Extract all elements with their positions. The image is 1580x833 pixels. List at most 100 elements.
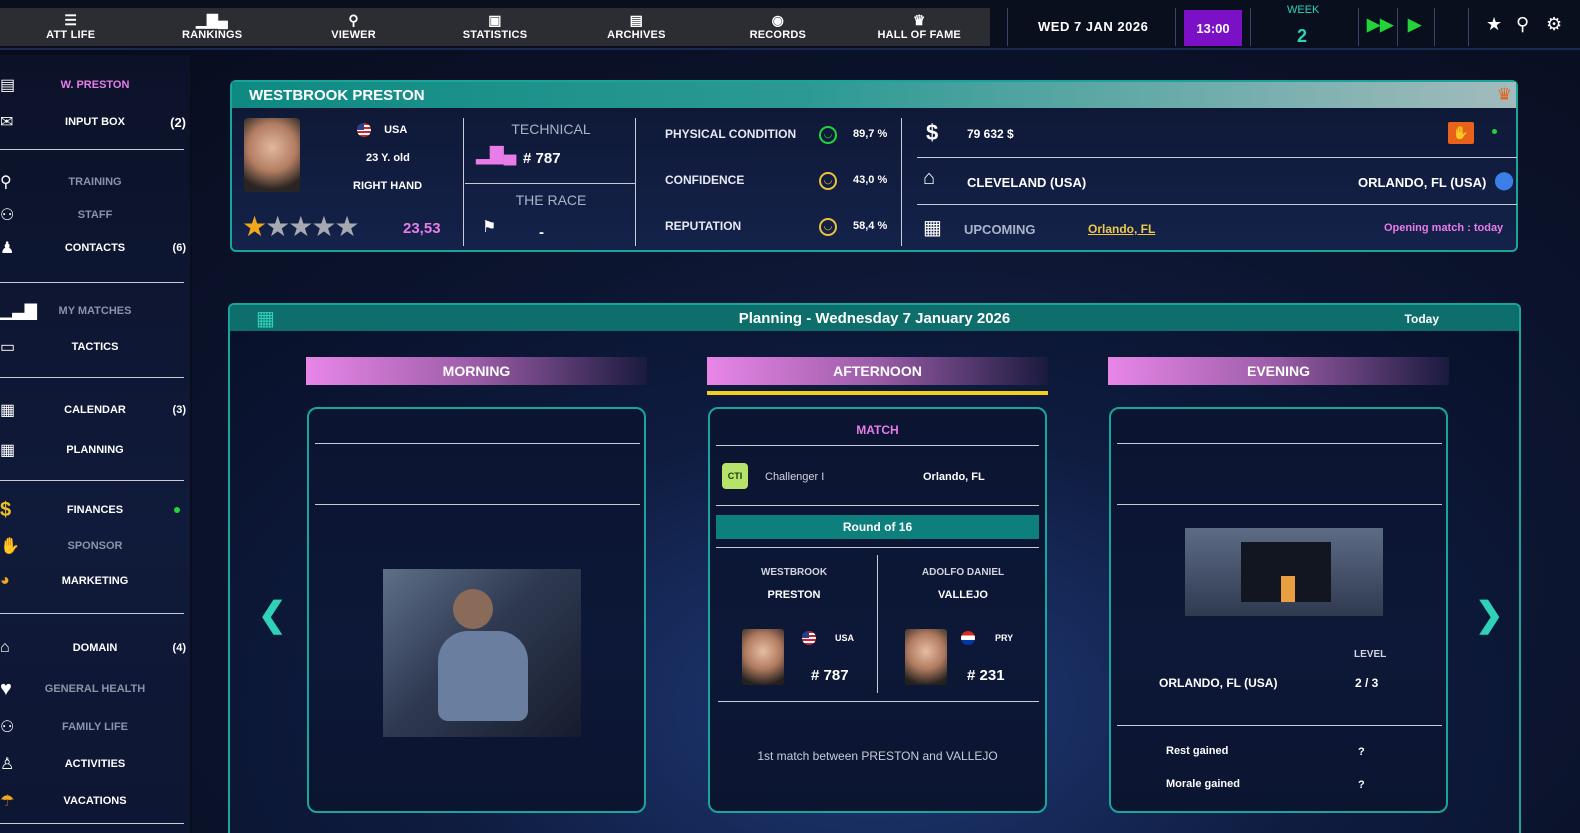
nav-label: VIEWER <box>331 29 376 41</box>
sidebar-divider <box>0 282 184 283</box>
usa-flag-icon <box>802 631 816 645</box>
round-label: Round of 16 <box>716 515 1039 539</box>
sidebar-item-domain[interactable]: ⌂ DOMAIN (4) <box>0 635 192 661</box>
slot-afternoon[interactable]: MATCH CTI Challenger I Orlando, FL Round… <box>708 407 1047 813</box>
slot-morning[interactable] <box>307 407 646 813</box>
divider <box>1397 8 1398 46</box>
sidebar-item-my-matches[interactable]: ▁▃▇ MY MATCHES <box>0 298 192 324</box>
rest-gained-label: Rest gained <box>1166 745 1229 757</box>
racket-icon: ⚲ <box>0 174 12 191</box>
chevron-left-icon[interactable]: ❮ <box>258 595 287 635</box>
today-button[interactable]: Today <box>1405 312 1439 326</box>
divider <box>1117 504 1442 505</box>
player-country: USA <box>384 123 408 136</box>
planning-title: Planning - Wednesday 7 January 2026 <box>738 310 1011 327</box>
sidebar-item-input-box[interactable]: ✉ INPUT BOX (2) <box>0 109 192 135</box>
sidebar-item-label: INPUT BOX <box>65 116 125 128</box>
sidebar-item-player[interactable]: ▤ W. PRESTON <box>0 72 192 98</box>
nav-records[interactable]: ◉ RECORDS <box>707 8 848 46</box>
tournament-logo-icon: CTI <box>722 463 748 489</box>
slot-evening[interactable]: LEVEL ORLANDO, FL (USA) 2 / 3 Rest gaine… <box>1109 407 1448 813</box>
current-date: WED 7 JAN 2026 <box>1038 19 1149 34</box>
sidebar-item-sponsor[interactable]: ✋ SPONSOR <box>0 533 192 559</box>
morale-gained-value: ? <box>1358 779 1365 791</box>
sidebar-item-training[interactable]: ⚲ TRAINING <box>0 169 192 195</box>
player-money: 79 632 $ <box>967 127 1014 141</box>
star-icon[interactable]: ★ <box>1486 14 1502 35</box>
sidebar-item-general-health[interactable]: ♥ GENERAL HEALTH <box>0 676 192 702</box>
dollar-icon: $ <box>0 498 12 521</box>
sidebar-item-staff[interactable]: ⚇ STAFF <box>0 202 192 228</box>
calendar-count: (3) <box>172 404 186 416</box>
player-name: WESTBROOK PRESTON <box>249 86 425 104</box>
divider <box>1117 443 1442 444</box>
week-number: 2 <box>1296 26 1307 46</box>
player-rating: 23,53 <box>403 220 441 237</box>
player1-avatar <box>742 629 784 685</box>
play-icon[interactable]: ▶ <box>1408 15 1421 35</box>
opening-match-text: Opening match : today <box>1384 222 1504 234</box>
sidebar-item-label: TACTICS <box>71 341 119 353</box>
sidebar-item-label: STAFF <box>77 209 113 221</box>
divider <box>1434 8 1435 46</box>
upcoming-tournament-link[interactable]: Orlando, FL <box>1088 222 1155 236</box>
sidebar-item-marketing[interactable]: ◕ MARKETING <box>0 568 192 594</box>
sidebar-item-planning[interactable]: ▦ PLANNING <box>0 437 192 463</box>
player1-country: USA <box>835 633 855 643</box>
period-morning[interactable]: MORNING <box>306 357 647 385</box>
divider <box>917 204 1517 205</box>
player-card: WESTBROOK PRESTON ♛ USA 23 Y. old RIGHT … <box>230 80 1518 252</box>
chevron-right-icon[interactable]: ❯ <box>1475 595 1504 635</box>
sidebar-item-activities[interactable]: ♙ ACTIVITIES <box>0 751 192 777</box>
search-icon[interactable]: ⚲ <box>1516 14 1529 35</box>
sidebar-item-calendar[interactable]: ▦ CALENDAR (3) <box>0 397 192 423</box>
divider <box>315 443 640 444</box>
sidebar-item-vacations[interactable]: ☂ VACATIONS <box>0 788 192 814</box>
podium-icon: ▁▇▄ <box>196 12 229 28</box>
sidebar-item-label: CALENDAR <box>64 404 126 416</box>
player2-first-name: ADOLFO DANIEL <box>921 567 1005 578</box>
player-age: 23 Y. old <box>366 152 410 164</box>
fast-forward-icon[interactable]: ▶▶ <box>1367 15 1393 35</box>
sidebar-item-family-life[interactable]: ⚇ FAMILY LIFE <box>0 714 192 740</box>
envelope-icon: ✉ <box>0 114 14 131</box>
status-dot <box>1492 129 1497 134</box>
gear-icon[interactable]: ⚙ <box>1546 14 1562 35</box>
nav-label: RANKINGS <box>181 29 243 41</box>
player-stars: ★★★★★ <box>242 210 360 243</box>
nav-statistics[interactable]: ▣ STATISTICS <box>424 8 565 46</box>
nav-hall-of-fame[interactable]: ♛ HALL OF FAME <box>849 8 990 46</box>
handshake-icon: ✋ <box>0 538 20 555</box>
divider <box>901 118 902 246</box>
divider <box>716 547 1039 548</box>
house-icon: ⌂ <box>923 167 936 189</box>
nav-viewer[interactable]: ⚲ VIEWER <box>283 8 424 46</box>
sponsor-logo-icon[interactable]: ✋ <box>1448 122 1474 144</box>
sidebar: ▤ W. PRESTON ✉ INPUT BOX (2) ⚲ TRAINING … <box>0 55 192 833</box>
rest-gained-value: ? <box>1358 746 1365 758</box>
sidebar-item-label: ACTIVITIES <box>64 758 126 770</box>
divider <box>716 445 1039 446</box>
head-to-head-note: 1st match between PRESTON and VALLEJO <box>757 749 998 763</box>
period-evening[interactable]: EVENING <box>1108 357 1449 385</box>
heart-icon: ♥ <box>0 677 12 700</box>
sidebar-item-label: SPONSOR <box>67 540 123 552</box>
nav-archives[interactable]: ▤ ARCHIVES <box>566 8 707 46</box>
sidebar-item-tactics[interactable]: ▭ TACTICS <box>0 334 192 360</box>
sidebar-item-label: VACATIONS <box>63 795 127 807</box>
confidence-label: CONFIDENCE <box>665 173 745 187</box>
status-dot <box>174 507 180 513</box>
period-afternoon[interactable]: AFTERNOON <box>707 357 1048 385</box>
sidebar-item-finances[interactable]: $ FINANCES <box>0 497 192 523</box>
physical-condition-value: 89,7 % <box>853 128 888 140</box>
trophy-icon[interactable]: ♛ <box>1497 85 1512 105</box>
level-label: LEVEL <box>1354 649 1387 660</box>
nav-att-life[interactable]: ☰ ATT LIFE <box>0 8 141 46</box>
divider <box>716 505 1039 506</box>
sidebar-item-label: TRAINING <box>68 176 122 188</box>
tournament-city: Orlando, FL <box>923 471 985 483</box>
tournament-name: Challenger I <box>765 471 825 483</box>
week-label: WEEK <box>1287 4 1320 16</box>
nav-rankings[interactable]: ▁▇▄ RANKINGS <box>141 8 282 46</box>
sidebar-item-contacts[interactable]: ♟ CONTACTS (6) <box>0 235 192 261</box>
